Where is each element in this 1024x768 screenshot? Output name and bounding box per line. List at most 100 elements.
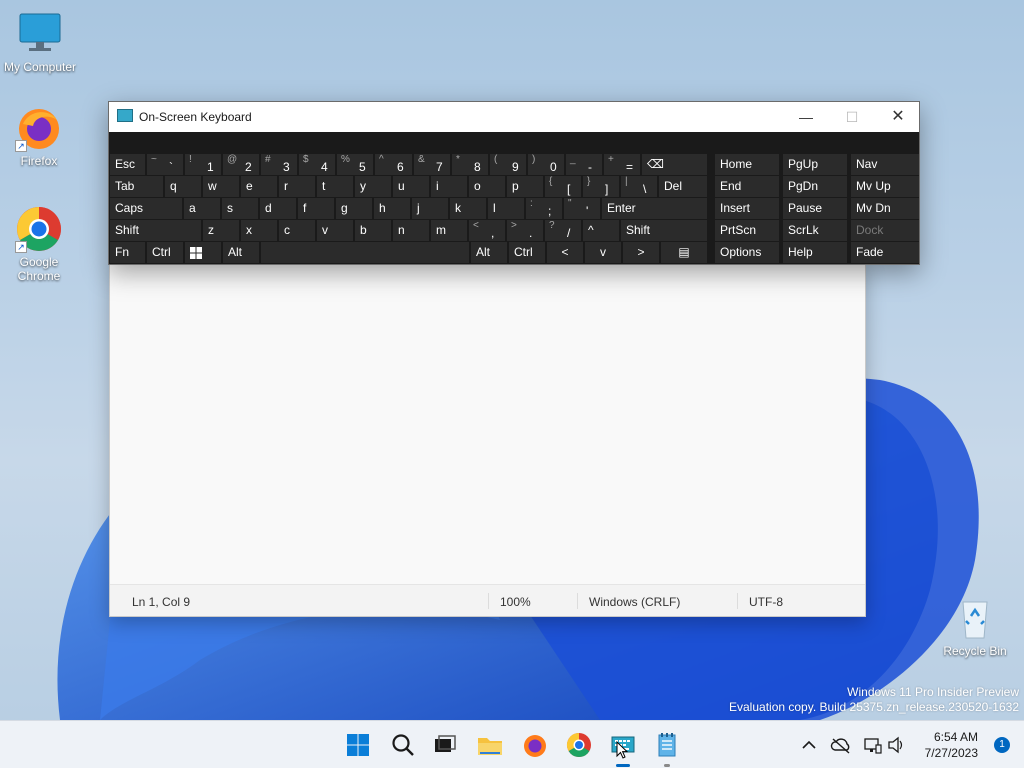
key-up-arrow[interactable]: ^ bbox=[583, 220, 619, 241]
key-dock[interactable]: Dock bbox=[851, 220, 919, 241]
key-right-arrow[interactable]: > bbox=[623, 242, 659, 263]
desktop-icon-firefox[interactable]: ↗ Firefox bbox=[0, 104, 79, 168]
key-esc[interactable]: Esc bbox=[110, 154, 145, 175]
task-view-button[interactable] bbox=[429, 729, 461, 761]
key-end[interactable]: End bbox=[715, 176, 779, 197]
close-button[interactable]: ✕ bbox=[875, 102, 921, 132]
key-left-bracket[interactable]: {[ bbox=[545, 176, 581, 197]
key-4[interactable]: $4 bbox=[299, 154, 335, 175]
onedrive-offline-button[interactable] bbox=[830, 721, 852, 768]
key-shift[interactable]: Shift bbox=[621, 220, 707, 241]
key-ctrl[interactable]: Ctrl bbox=[509, 242, 545, 263]
key-pgup[interactable]: PgUp bbox=[783, 154, 847, 175]
key-6[interactable]: ^ 6 bbox=[375, 154, 412, 175]
key-alt[interactable]: Alt bbox=[223, 242, 259, 263]
key-semicolon[interactable]: :; bbox=[526, 198, 562, 219]
key-apostrophe[interactable]: " ' bbox=[564, 198, 600, 219]
key-7[interactable]: & 7 bbox=[414, 154, 450, 175]
key-8[interactable]: * 8 bbox=[452, 154, 488, 175]
key-right-bracket[interactable]: }] bbox=[583, 176, 619, 197]
key-fn[interactable]: Fn bbox=[110, 242, 145, 263]
key-j[interactable]: j bbox=[412, 198, 448, 219]
key-slash[interactable]: ? / bbox=[545, 220, 581, 241]
firefox-taskbar-button[interactable] bbox=[519, 729, 551, 761]
maximize-button[interactable]: ☐ bbox=[829, 102, 875, 132]
key-alt[interactable]: Alt bbox=[471, 242, 507, 263]
notepad-taskbar-button[interactable] bbox=[651, 729, 683, 767]
desktop-icon-google-chrome[interactable]: ↗ Google Chrome bbox=[0, 205, 79, 283]
key-options[interactable]: Options bbox=[715, 242, 779, 263]
key-fade[interactable]: Fade bbox=[851, 242, 919, 263]
key-c[interactable]: c bbox=[279, 220, 315, 241]
key-a[interactable]: a bbox=[184, 198, 220, 219]
key-9[interactable]: (9 bbox=[490, 154, 526, 175]
key-down-arrow[interactable]: v bbox=[317, 220, 353, 241]
network-button[interactable] bbox=[862, 721, 884, 768]
key-0[interactable]: ) 0 bbox=[528, 154, 564, 175]
key-help[interactable]: Help bbox=[783, 242, 847, 263]
key-space[interactable] bbox=[261, 242, 469, 263]
file-explorer-button[interactable] bbox=[474, 729, 506, 761]
key-5[interactable]: % 5 bbox=[337, 154, 373, 175]
key-nav[interactable]: Nav bbox=[851, 154, 919, 175]
key-m[interactable]: m bbox=[431, 220, 467, 241]
key-2[interactable]: @2 bbox=[223, 154, 259, 175]
key-e[interactable]: e bbox=[241, 176, 277, 197]
key-ctrl[interactable]: Ctrl bbox=[147, 242, 183, 263]
key-p[interactable]: p bbox=[507, 176, 543, 197]
key-w[interactable]: w bbox=[203, 176, 239, 197]
key-t[interactable]: t bbox=[317, 176, 353, 197]
key-o[interactable]: o bbox=[469, 176, 505, 197]
key-home[interactable]: Home bbox=[715, 154, 779, 175]
key-comma[interactable]: <, bbox=[469, 220, 505, 241]
key-prtscn[interactable]: PrtScn bbox=[715, 220, 779, 241]
key-z[interactable]: z bbox=[203, 220, 239, 241]
key-x[interactable]: x bbox=[241, 220, 277, 241]
key-g[interactable]: g bbox=[336, 198, 372, 219]
minimize-button[interactable]: — bbox=[783, 102, 829, 132]
key-u[interactable]: u bbox=[393, 176, 429, 197]
desktop-icon-my-computer[interactable]: My Computer bbox=[0, 10, 80, 74]
key-n[interactable]: n bbox=[393, 220, 429, 241]
key-minus[interactable]: _ - bbox=[566, 154, 602, 175]
start-button[interactable] bbox=[342, 729, 374, 761]
key-mv-up[interactable]: Mv Up bbox=[851, 176, 919, 197]
key-1[interactable]: ! 1 bbox=[185, 154, 221, 175]
key-b[interactable]: b bbox=[355, 220, 391, 241]
chrome-taskbar-button[interactable] bbox=[563, 729, 595, 761]
key-f[interactable]: f bbox=[298, 198, 334, 219]
key-i[interactable]: i bbox=[431, 176, 467, 197]
key-left-arrow[interactable]: < bbox=[547, 242, 583, 263]
key-l[interactable]: l bbox=[488, 198, 524, 219]
key-backtick[interactable]: ~ ` bbox=[147, 154, 183, 175]
key-3[interactable]: #3 bbox=[261, 154, 297, 175]
key-r[interactable]: r bbox=[279, 176, 315, 197]
key-shift[interactable]: Shift bbox=[110, 220, 201, 241]
key-q[interactable]: q bbox=[165, 176, 201, 197]
key-k[interactable]: k bbox=[450, 198, 486, 219]
key-backspace[interactable]: ⌫ bbox=[642, 154, 707, 175]
key-h[interactable]: h bbox=[374, 198, 410, 219]
key-caps[interactable]: Caps bbox=[110, 198, 182, 219]
key-pgdn[interactable]: PgDn bbox=[783, 176, 847, 197]
key-windows[interactable] bbox=[185, 242, 221, 263]
show-hidden-icons-button[interactable] bbox=[799, 721, 819, 768]
volume-button[interactable] bbox=[886, 721, 906, 768]
key-d[interactable]: d bbox=[260, 198, 296, 219]
notification-badge[interactable]: 1 bbox=[994, 737, 1010, 753]
key-tab[interactable]: Tab bbox=[110, 176, 163, 197]
notepad-text-area[interactable] bbox=[110, 262, 865, 584]
key-insert[interactable]: Insert bbox=[715, 198, 779, 219]
key-menu[interactable]: ▤ bbox=[661, 242, 707, 263]
clock[interactable]: 6:54 AM 7/27/2023 bbox=[925, 729, 978, 761]
key-scrlk[interactable]: ScrLk bbox=[783, 220, 847, 241]
key-down-arrow[interactable]: v bbox=[585, 242, 621, 263]
key-del[interactable]: Del bbox=[659, 176, 707, 197]
key-mv-dn[interactable]: Mv Dn bbox=[851, 198, 919, 219]
key-pause[interactable]: Pause bbox=[783, 198, 847, 219]
osk-title-bar[interactable]: On-Screen Keyboard — ☐ ✕ bbox=[109, 102, 919, 132]
key-equals[interactable]: + = bbox=[604, 154, 640, 175]
desktop-icon-recycle-bin[interactable]: Recycle Bin bbox=[935, 594, 1015, 658]
key-y[interactable]: y bbox=[355, 176, 391, 197]
key-backslash[interactable]: | \ bbox=[621, 176, 657, 197]
